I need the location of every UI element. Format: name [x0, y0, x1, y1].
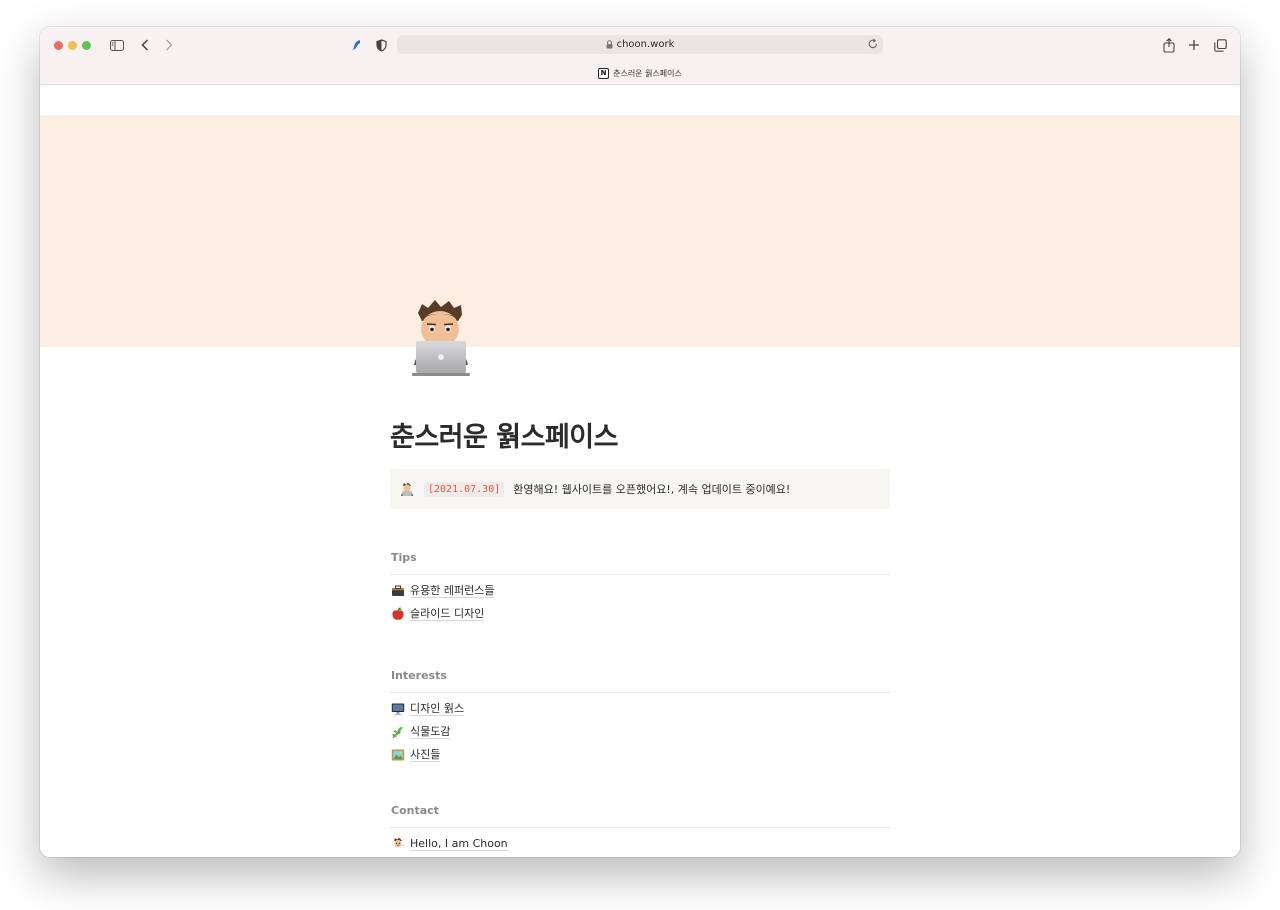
minimize-window-button[interactable]	[68, 41, 77, 50]
share-icon[interactable]	[1162, 36, 1176, 54]
divider	[390, 827, 890, 828]
link-label: Hello, I am Choon	[410, 837, 508, 851]
herb-icon	[391, 725, 405, 739]
link-photos[interactable]: 사진들	[391, 746, 441, 764]
fullscreen-window-button[interactable]	[82, 41, 91, 50]
section-heading-contact: Contact	[391, 804, 439, 817]
tab-overview-icon[interactable]	[1213, 36, 1227, 54]
page-content: 춘스러운 웕스페이스 [2021.07.30] 환영해요! 웹사이트를 오픈했어…	[40, 85, 1240, 857]
lock-icon	[606, 40, 613, 49]
memoji-laptop-icon[interactable]	[408, 299, 474, 379]
extension-icon[interactable]	[350, 36, 364, 54]
apple-icon	[391, 607, 405, 621]
link-label: 슬라이드 디자인	[410, 607, 485, 621]
link-label: 유용한 레퍼런스들	[410, 584, 495, 598]
back-icon[interactable]	[139, 36, 151, 54]
privacy-shield-icon[interactable]	[374, 36, 388, 54]
sidebar-toggle-icon[interactable]	[109, 36, 125, 54]
page-cover	[40, 115, 1240, 347]
toolbox-icon	[391, 584, 405, 598]
framed-picture-icon	[391, 748, 405, 762]
link-design-works[interactable]: 디자인 웕스	[391, 700, 465, 718]
notion-favicon-icon: N	[598, 67, 610, 79]
tab-title-text: 춘스러운 웕스페이스	[613, 68, 682, 78]
monitor-icon	[391, 702, 405, 716]
memoji-icon	[400, 482, 414, 496]
date-code: [2021.07.30]	[424, 481, 505, 497]
announcement-callout: [2021.07.30] 환영해요! 웹사이트를 오픈했어요!, 계속 업데이트…	[390, 469, 890, 509]
reload-icon[interactable]	[868, 38, 878, 52]
divider	[390, 574, 890, 575]
link-about-me[interactable]: Hello, I am Choon	[391, 835, 508, 853]
link-references[interactable]: 유용한 레퍼런스들	[391, 582, 495, 600]
link-label: 디자인 웕스	[410, 702, 465, 716]
link-label: 식물도감	[410, 725, 451, 739]
url-text: choon.work	[616, 39, 675, 50]
section-heading-interests: Interests	[391, 669, 447, 682]
tab-title[interactable]: N 춘스러운 웕스페이스	[40, 66, 1240, 80]
memoji-icon	[391, 837, 405, 851]
browser-toolbar: choon.work N 춘스러운 웕스페이스	[40, 27, 1240, 85]
link-plant-guide[interactable]: 식물도감	[391, 723, 451, 741]
section-heading-tips: Tips	[391, 551, 417, 564]
page-title: 춘스러운 웕스페이스	[390, 422, 618, 453]
link-label: 사진들	[410, 748, 441, 762]
link-slide-design[interactable]: 슬라이드 디자인	[391, 605, 485, 623]
close-window-button[interactable]	[54, 41, 63, 50]
forward-icon[interactable]	[163, 36, 175, 54]
address-bar[interactable]: choon.work	[397, 35, 883, 54]
divider	[390, 692, 890, 693]
new-tab-icon[interactable]	[1187, 36, 1201, 54]
browser-window: choon.work N 춘스러운 웕스페이스 춘스러운 웕스페이스 [2021…	[40, 27, 1240, 857]
callout-text: 환영해요! 웹사이트를 오픈했어요!, 계속 업데이트 중이예요!	[513, 483, 791, 496]
